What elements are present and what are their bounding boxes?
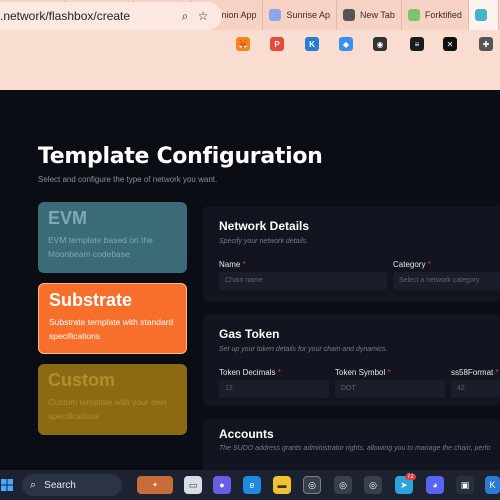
task-view-icon[interactable]: ▭ (184, 476, 202, 494)
chrome-icon[interactable]: ◎ (303, 476, 321, 494)
tab-favicon-icon (407, 9, 420, 21)
name-label: Name * (219, 260, 246, 269)
token-decimals-input[interactable]: 12 (219, 380, 329, 398)
search-icon: ⌕ (30, 478, 37, 491)
token-decimals-label: Token Decimals * (219, 368, 281, 377)
address-bar-area (0, 30, 500, 60)
browser-tab-label: New Tab (360, 10, 395, 20)
bars-icon[interactable]: ≡ (410, 37, 424, 51)
diamond-icon[interactable]: ◆ (339, 37, 353, 51)
template-card-substrate[interactable]: Substrate Substrate template with standa… (38, 283, 187, 354)
template-card-evm[interactable]: EVM EVM template based on the Moonbeam c… (38, 202, 187, 273)
template-card-custom[interactable]: Custom Custom template with your own spe… (38, 364, 187, 435)
accounts-desc: The SUDO address grants administrator ri… (219, 445, 491, 452)
browser-tab-label: Sunrise Ap (286, 10, 330, 20)
tab-favicon-icon (269, 9, 282, 21)
ss58-format-input[interactable]: 42 (451, 380, 500, 398)
token-symbol-label: Token Symbol * (335, 368, 391, 377)
file-explorer-icon[interactable]: ▬ (273, 476, 291, 494)
accounts-panel: Accounts The SUDO address grants adminis… (203, 419, 500, 470)
tab-favicon-icon (474, 9, 487, 21)
template-card-title: EVM (48, 208, 88, 228)
x-logo-icon[interactable]: ✕ (443, 37, 457, 51)
tab-favicon-icon (343, 9, 355, 21)
token-symbol-input[interactable]: DOT (335, 380, 445, 398)
browser-tab[interactable]: Forktified (402, 0, 469, 30)
page-subtitle: Select and configure the type of network… (38, 175, 218, 184)
k-app-icon[interactable]: K (485, 476, 500, 494)
gas-token-heading: Gas Token (219, 327, 280, 341)
browser-tab[interactable] (468, 0, 499, 30)
network-details-heading: Network Details (219, 219, 310, 233)
template-card-desc: EVM template based on the Moonbeam codeb… (48, 235, 153, 259)
category-select[interactable]: Select a network category (393, 272, 500, 290)
accounts-heading: Accounts (219, 427, 274, 441)
chrome-profile-icon[interactable]: ◎ (334, 476, 352, 494)
network-details-panel: Network Details Specify your network det… (203, 206, 500, 302)
zoom-icon[interactable]: ⌕ (176, 9, 194, 24)
browser-tab[interactable]: New Tab (337, 0, 402, 30)
search-highlight-icon[interactable]: ✦ (137, 476, 173, 494)
taskbar-search-label: Search (44, 479, 76, 491)
network-details-desc: Specify your network details. (219, 238, 309, 245)
url-text[interactable]: .network/flashbox/create (0, 9, 176, 23)
p-icon[interactable]: P (270, 37, 284, 51)
circle-logo-icon[interactable]: ◉ (373, 37, 387, 51)
app-icon[interactable]: ▣ (456, 476, 474, 494)
template-card-desc: Substrate template with standard specifi… (49, 317, 174, 341)
name-input[interactable]: Chain name (219, 272, 387, 290)
ss58-format-label: ss58Format * (451, 368, 499, 377)
category-label: Category * (393, 260, 431, 269)
url-bar[interactable]: .network/flashbox/create ⌕ ☆ (0, 2, 222, 30)
gas-token-desc: Set up your token details for your chain… (219, 346, 388, 353)
windows-start-icon[interactable] (0, 476, 14, 494)
chrome-alt-icon[interactable]: ◎ (364, 476, 382, 494)
template-card-title: Substrate (49, 290, 133, 310)
chat-icon[interactable]: ● (213, 476, 231, 494)
taskbar-search[interactable]: ⌕ Search (22, 474, 122, 496)
bookmark-star-icon[interactable]: ☆ (194, 9, 212, 23)
gas-token-panel: Gas Token Set up your token details for … (203, 314, 500, 406)
browser-tab-label: Forktified (424, 10, 462, 20)
template-card-title: Custom (48, 370, 115, 390)
page-content: Template Configuration Select and config… (0, 90, 500, 470)
browser-chrome-fill (0, 60, 500, 90)
edge-icon[interactable]: e (243, 476, 261, 494)
template-card-desc: Custom template with your own specificat… (48, 397, 167, 421)
k-icon[interactable]: K (305, 37, 319, 51)
discord-icon[interactable]: ◕ (426, 476, 444, 494)
page-title: Template Configuration (38, 144, 323, 169)
puzzle-icon[interactable]: ✚ (479, 37, 493, 51)
browser-tab[interactable]: Sunrise Ap (263, 0, 337, 30)
telegram-badge: 72 (405, 474, 416, 480)
metamask-icon[interactable]: 🦊 (236, 37, 250, 51)
